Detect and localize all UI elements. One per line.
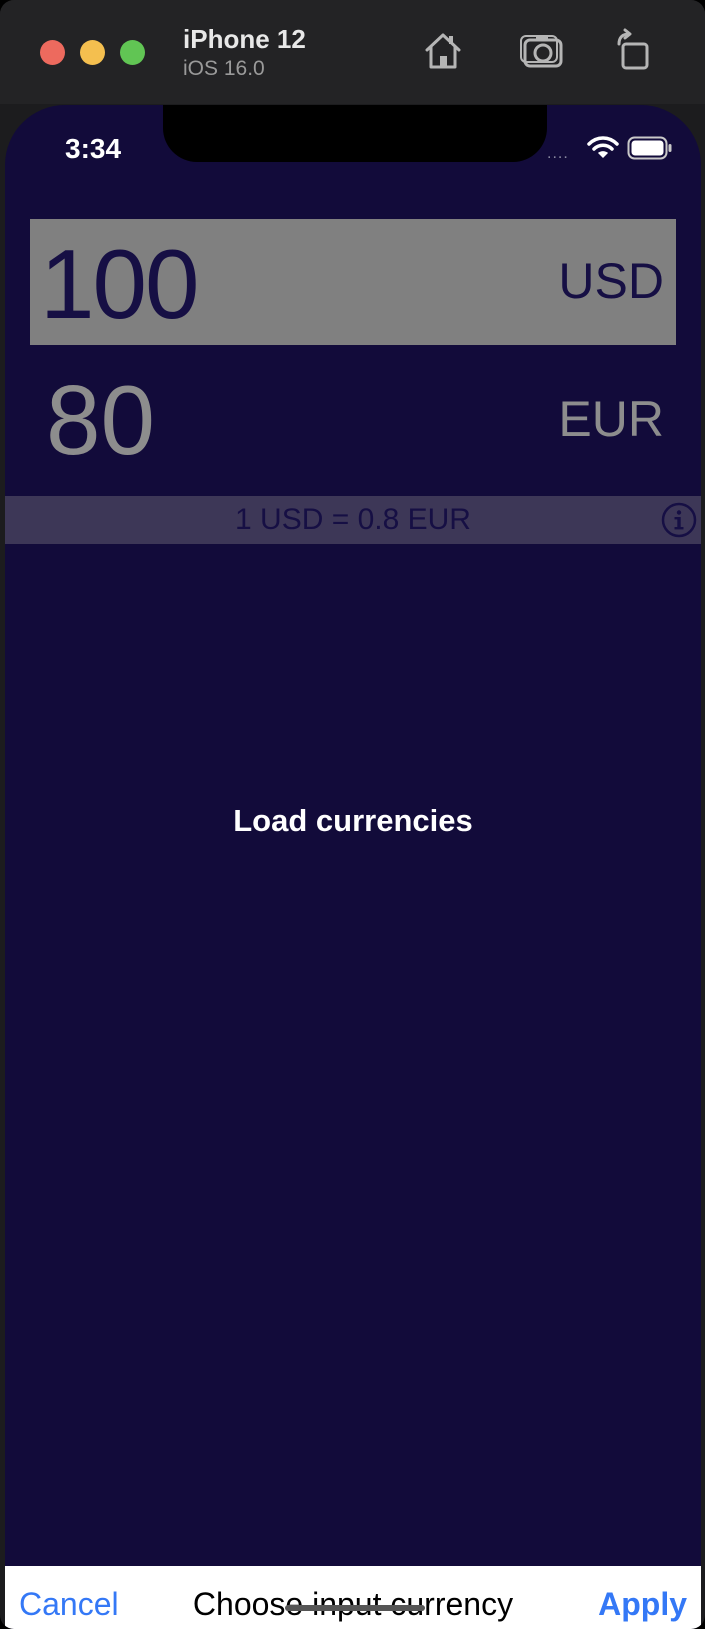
picker-toolbar: Cancel Choose input currency Apply	[5, 1566, 701, 1629]
rotate-icon	[617, 28, 649, 70]
exchange-rate-text: 1 USD = 0.8 EUR	[235, 503, 471, 536]
minimize-window-button[interactable]	[80, 40, 105, 65]
output-currency-code[interactable]: EUR	[558, 387, 664, 451]
output-amount: 80	[46, 365, 156, 475]
info-icon[interactable]	[660, 501, 698, 539]
input-currency-code[interactable]: USD	[558, 249, 664, 313]
input-currency-row[interactable]: 100 USD	[30, 219, 676, 345]
camera-icon	[520, 35, 563, 68]
status-time: 3:34	[65, 133, 122, 164]
load-currencies-label: Load currencies	[233, 803, 473, 838]
maximize-window-button[interactable]	[120, 40, 145, 65]
wifi-icon	[587, 136, 619, 158]
device-notch	[163, 105, 547, 162]
device-name: iPhone 12	[183, 24, 306, 54]
exchange-rate-bar: 1 USD = 0.8 EUR	[5, 496, 701, 544]
home-button[interactable]	[420, 28, 466, 74]
device-screen: 3:34 .... 100 USD 80 EUR 1 USD = 0.8 EUR	[5, 105, 701, 1629]
simulator-window: iPhone 12 iOS 16.0 3:34 .... 100 USD 80 …	[0, 0, 705, 1629]
home-indicator[interactable]	[285, 1605, 425, 1611]
output-currency-row[interactable]: 80 EUR	[30, 357, 676, 487]
signal-indicator: ....	[547, 145, 569, 162]
screenshot-button[interactable]	[519, 28, 565, 74]
apply-button[interactable]: Apply	[598, 1586, 687, 1623]
rotate-button[interactable]	[611, 28, 657, 74]
device-os-version: iOS 16.0	[183, 57, 265, 80]
close-window-button[interactable]	[40, 40, 65, 65]
input-amount[interactable]: 100	[40, 229, 200, 339]
battery-icon	[627, 136, 672, 160]
simulator-titlebar: iPhone 12 iOS 16.0	[0, 0, 705, 104]
home-icon	[425, 33, 461, 69]
